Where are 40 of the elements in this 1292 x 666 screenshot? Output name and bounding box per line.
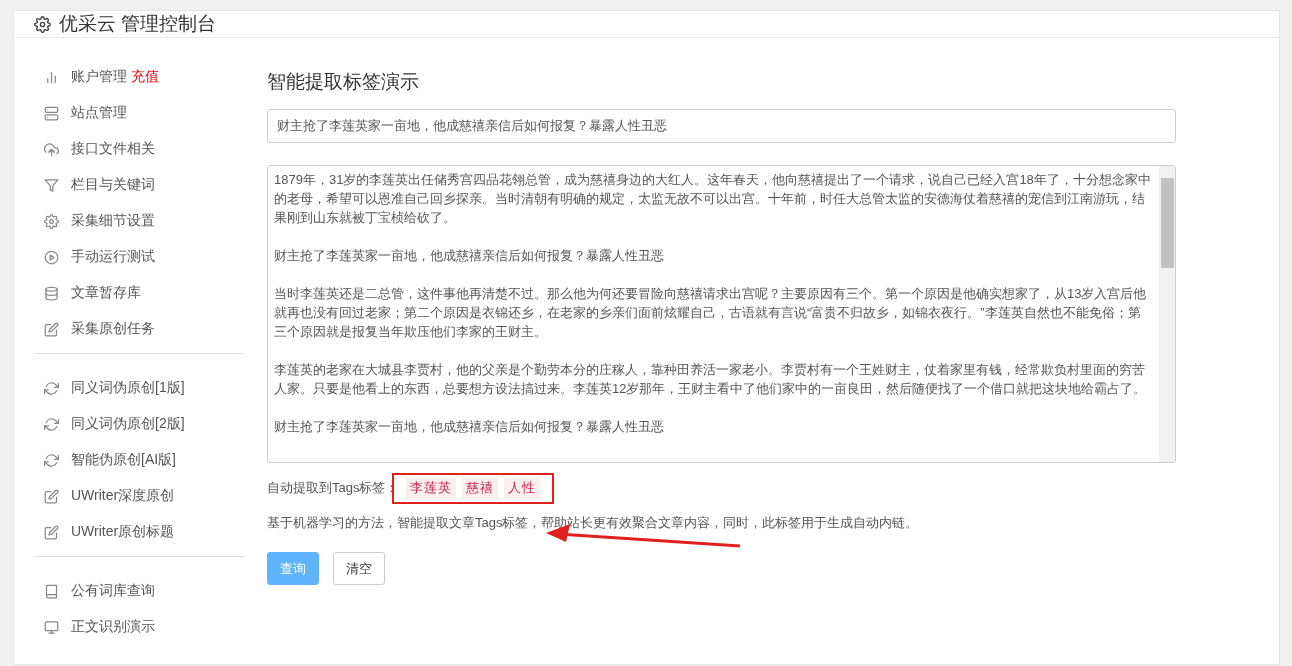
tag: 慈禧 <box>462 477 499 499</box>
refresh-icon <box>44 416 59 432</box>
sidebar-item[interactable]: 正文识别演示 <box>34 609 244 645</box>
title-input[interactable]: 财主抢了李莲英家一亩地，他成慈禧亲信后如何报复？暴露人性丑恶 <box>267 109 1176 143</box>
sidebar-item[interactable]: 接口文件相关 <box>34 131 244 167</box>
console-title: 优采云 管理控制台 <box>59 12 217 36</box>
content-textarea[interactable]: 1879年，31岁的李莲英出任储秀宫四品花翎总管，成为慈禧身边的大红人。这年春天，他向慈禧提出了一个请求，说自己已经入宫18年了，十分想念家中的老母，希望可以恩准自己回乡探亲。当时清朝有明确的规定，太监无故不可以出宫。十年前，时任大总管太监的安德海仗着慈禧的宠信到江南游玩，结果刚到山东就被丁宝桢给砍了。 财主抢了李莲英家一亩地，他成慈禧亲信后如何报复？暴露人性丑恶 当时李莲英还是二总管，这件事他再清楚不过。那么他为何还要冒险向慈禧请求出宫呢？主要原因有三个。第一个原因是他确实想家了，从13岁入宫后他就再也没有回过老家；第二个原因是衣锦还乡，在老家的乡亲们面前炫耀自己，古语就有言说“富贵不归故乡，如锦衣夜行。”李莲英自然也不能免俗；第三个原因就是报复当年欺压他们李家的王财主。 李莲英的老家在大城县李贾村，他的父亲是个勤劳本分的庄稼人，靠种田养活一家老小。李贾村有一个王姓财主，仗着家里有钱，经常欺负村里面的穷苦人家。只要是他看上的东西，总要想方设法搞过来。李莲英12岁那年，王财主看中了他们家中的一亩良田，然后随便找了一个借口就把这块地给霸占了。 财主抢了李莲英家一亩地，他成慈禧亲信后如何报复？暴露人性丑恶 <box>267 165 1176 463</box>
tags-label: 自动提取到Tags标签： <box>267 479 399 497</box>
sidebar-item[interactable]: 文章暂存库 <box>34 275 244 311</box>
refresh-icon <box>44 452 59 468</box>
sidebar-item[interactable]: 同义词伪原创[2版] <box>34 406 244 442</box>
clear-button[interactable]: 清空 <box>333 552 385 585</box>
sidebar-item[interactable]: UWriter深度原创 <box>34 478 244 514</box>
edit-icon <box>44 524 59 540</box>
cloud-upload-icon <box>44 141 59 157</box>
section-heading: 智能提取标签演示 <box>267 70 420 94</box>
edit-icon <box>44 321 59 337</box>
sidebar-item[interactable]: 手动运行测试 <box>34 239 244 275</box>
sidebar-item[interactable]: 公有词库查询 <box>34 573 244 609</box>
database-icon <box>44 285 59 301</box>
sidebar-item[interactable]: 智能伪原创[AI版] <box>34 442 244 478</box>
sidebar-item[interactable]: 同义词伪原创[1版] <box>34 370 244 406</box>
sidebar-item[interactable]: 采集细节设置 <box>34 203 244 239</box>
sidebar-item[interactable]: 账户管理 充值 <box>34 59 244 95</box>
sidebar-item[interactable]: UWriter原创标题 <box>34 514 244 550</box>
scrollbar[interactable] <box>1159 166 1175 462</box>
edit-icon <box>44 488 59 504</box>
tag: 人性 <box>504 477 541 499</box>
sidebar-item[interactable]: 采集原创任务 <box>34 311 244 347</box>
server-icon <box>44 105 59 121</box>
sidebar-item[interactable]: 站点管理 <box>34 95 244 131</box>
monitor-icon <box>44 619 59 635</box>
settings-icon <box>34 15 51 33</box>
tag: 李莲英 <box>406 477 457 499</box>
filter-icon <box>44 177 59 193</box>
book-icon <box>44 583 59 599</box>
sidebar-item[interactable]: 栏目与关键词 <box>34 167 244 203</box>
play-icon <box>44 249 59 265</box>
bar-chart-icon <box>44 69 59 85</box>
refresh-icon <box>44 380 59 396</box>
